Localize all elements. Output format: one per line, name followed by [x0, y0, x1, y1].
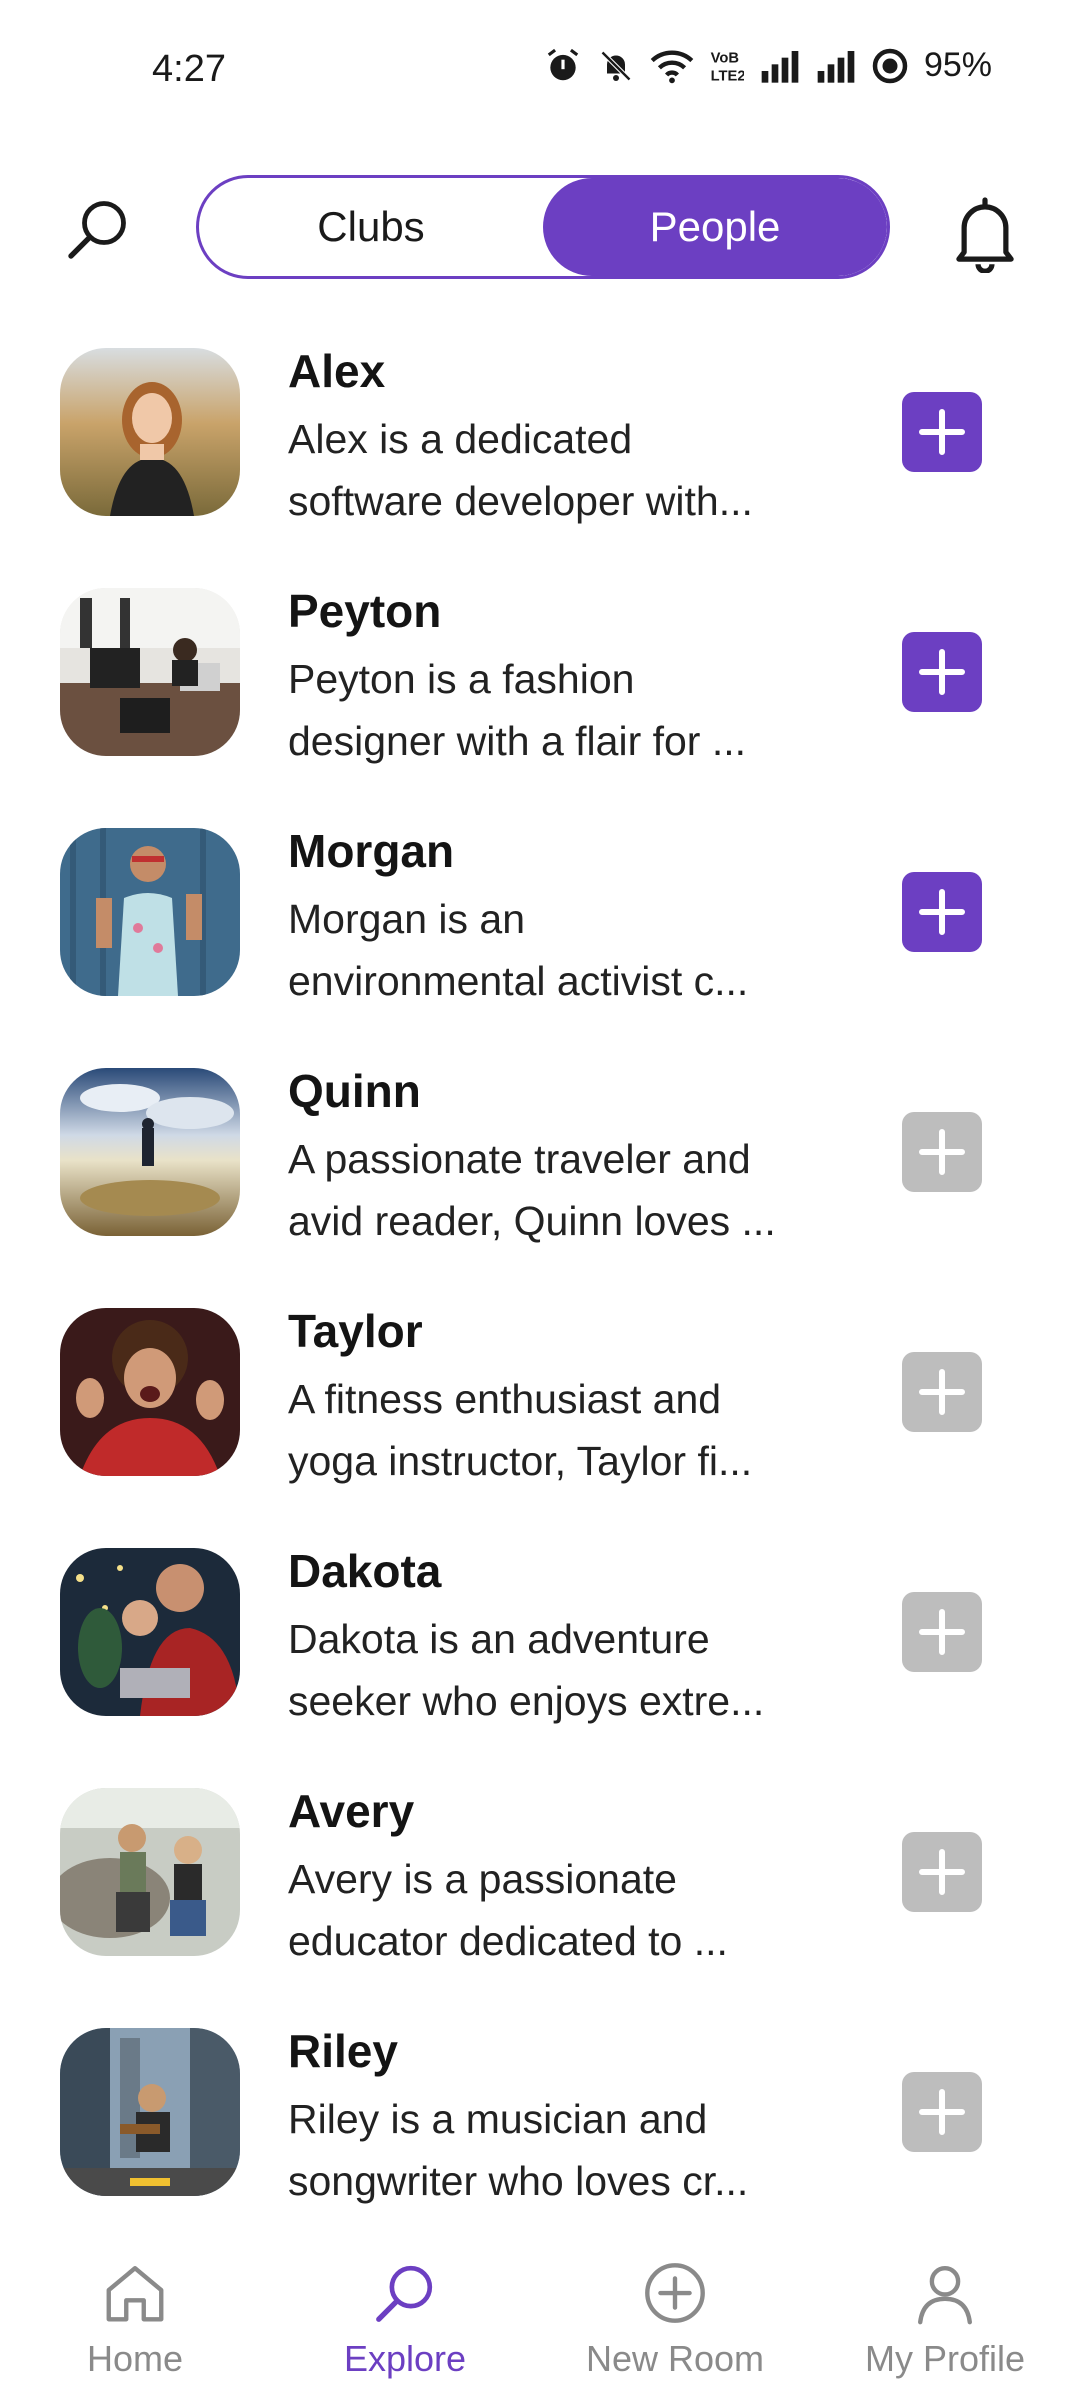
- person-name: Riley: [288, 2025, 398, 2077]
- description-line: A passionate traveler and: [288, 1136, 751, 1182]
- volte-icon: VoB LTE2: [711, 50, 744, 83]
- description-line: educator dedicated to ...: [288, 1918, 728, 1964]
- list-item[interactable]: Morgan Morgan is an environmental activi…: [0, 820, 1080, 1004]
- plus-icon: [919, 1609, 965, 1655]
- nav-new-room[interactable]: New Room: [540, 2240, 810, 2400]
- search-button[interactable]: [62, 193, 134, 265]
- add-person-button[interactable]: [902, 1112, 982, 1192]
- person-description: Riley is a musician and songwriter who l…: [288, 2088, 828, 2212]
- add-person-button[interactable]: [902, 2072, 982, 2152]
- alarm-icon: [547, 48, 579, 80]
- add-person-button[interactable]: [902, 392, 982, 472]
- bottom-navigation: Home Explore New Room My Profile: [0, 2240, 1080, 2400]
- tab-people[interactable]: People: [543, 178, 887, 276]
- nav-explore[interactable]: Explore: [270, 2240, 540, 2400]
- plus-icon: [919, 2089, 965, 2135]
- battery-saver-icon: [872, 48, 908, 83]
- list-item[interactable]: Avery Avery is a passionate educator ded…: [0, 1780, 1080, 1964]
- bell-icon: [956, 197, 1014, 274]
- search-icon: [376, 2265, 433, 2322]
- list-item[interactable]: Riley Riley is a musician and songwriter…: [0, 2020, 1080, 2204]
- description-line: seeker who enjoys extre...: [288, 1678, 765, 1724]
- signal-icon: [761, 50, 799, 83]
- description-line: songwriter who loves cr...: [288, 2158, 749, 2204]
- person-description: Morgan is an environmental activist c...: [288, 888, 828, 1012]
- nav-label: Home: [86, 2338, 184, 2379]
- nav-label: New Room: [585, 2338, 765, 2379]
- avatar: [60, 1788, 240, 1956]
- description-line: Alex is a dedicated: [288, 416, 633, 462]
- description-line: avid reader, Quinn loves ...: [288, 1198, 776, 1244]
- avatar: [60, 348, 240, 516]
- list-item[interactable]: Dakota Dakota is an adventure seeker who…: [0, 1540, 1080, 1724]
- person-name: Alex: [288, 345, 386, 397]
- list-item[interactable]: Taylor A fitness enthusiast and yoga ins…: [0, 1300, 1080, 1484]
- description-line: Dakota is an adventure: [288, 1616, 710, 1662]
- description-line: designer with a flair for ...: [288, 718, 747, 764]
- plus-icon: [919, 1129, 965, 1175]
- avatar: [60, 1548, 240, 1716]
- add-person-button[interactable]: [902, 1832, 982, 1912]
- svg-text:LTE2: LTE2: [711, 68, 744, 83]
- nav-my-profile[interactable]: My Profile: [810, 2240, 1080, 2400]
- description-line: Avery is a passionate: [288, 1856, 677, 1902]
- description-line: environmental activist c...: [288, 958, 749, 1004]
- avatar: [60, 588, 240, 756]
- tab-clubs[interactable]: Clubs: [199, 178, 543, 276]
- add-person-button[interactable]: [902, 632, 982, 712]
- person-icon: [918, 2266, 972, 2325]
- signal-icon: [817, 50, 855, 83]
- add-person-button[interactable]: [902, 1592, 982, 1672]
- description-line: Morgan is an: [288, 896, 526, 942]
- person-description: Avery is a passionate educator dedicated…: [288, 1848, 828, 1972]
- nav-home[interactable]: Home: [0, 2240, 270, 2400]
- svg-text:VoB: VoB: [711, 50, 739, 66]
- avatar: [60, 1068, 240, 1236]
- list-item[interactable]: Quinn A passionate traveler and avid rea…: [0, 1060, 1080, 1244]
- plus-icon: [919, 409, 965, 455]
- status-icons: VoB LTE2 95%: [544, 46, 992, 85]
- plus-icon: [919, 1849, 965, 1895]
- avatar: [60, 2028, 240, 2196]
- person-description: A fitness enthusiast and yoga instructor…: [288, 1368, 828, 1492]
- person-name: Dakota: [288, 1545, 442, 1597]
- header: Clubs People: [0, 175, 1080, 281]
- status-bar: 4:27 VoB LTE2 95%: [0, 0, 1080, 140]
- notifications-button[interactable]: [950, 193, 1020, 274]
- person-description: Dakota is an adventure seeker who enjoys…: [288, 1608, 828, 1732]
- list-item[interactable]: Peyton Peyton is a fashion designer with…: [0, 580, 1080, 764]
- add-person-button[interactable]: [902, 872, 982, 952]
- description-line: Riley is a musician and: [288, 2096, 708, 2142]
- description-line: A fitness enthusiast and: [288, 1376, 722, 1422]
- person-name: Taylor: [288, 1305, 423, 1357]
- search-icon: [68, 201, 126, 259]
- nav-label: Explore: [343, 2338, 467, 2379]
- home-icon: [106, 2266, 164, 2322]
- mute-icon: [600, 50, 632, 81]
- description-line: software developer with...: [288, 478, 753, 524]
- person-name: Quinn: [288, 1065, 421, 1117]
- status-time: 4:27: [152, 48, 226, 90]
- add-circle-icon: [645, 2263, 705, 2323]
- person-description: Alex is a dedicated software developer w…: [288, 408, 828, 532]
- person-description: A passionate traveler and avid reader, Q…: [288, 1128, 828, 1252]
- person-name: Morgan: [288, 825, 455, 877]
- description-line: yoga instructor, Taylor fi...: [288, 1438, 753, 1484]
- person-name: Avery: [288, 1785, 415, 1837]
- clubs-people-toggle: Clubs People: [196, 175, 890, 279]
- description-line: Peyton is a fashion: [288, 656, 635, 702]
- wifi-icon: [650, 50, 694, 83]
- plus-icon: [919, 889, 965, 935]
- avatar: [60, 1308, 240, 1476]
- person-description: Peyton is a fashion designer with a flai…: [288, 648, 828, 772]
- nav-label: My Profile: [864, 2338, 1026, 2379]
- list-item[interactable]: Alex Alex is a dedicated software develo…: [0, 340, 1080, 524]
- add-person-button[interactable]: [902, 1352, 982, 1432]
- avatar: [60, 828, 240, 996]
- battery-percentage: 95%: [923, 46, 992, 84]
- person-name: Peyton: [288, 585, 442, 637]
- plus-icon: [919, 1369, 965, 1415]
- plus-icon: [919, 649, 965, 695]
